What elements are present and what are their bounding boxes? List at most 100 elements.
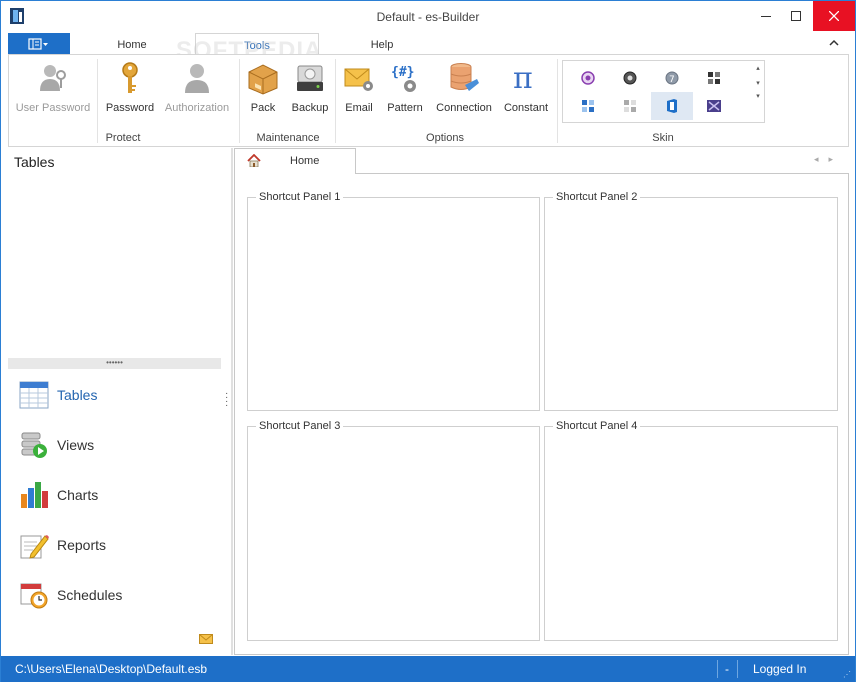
gallery-expand-icon[interactable]: ▾ xyxy=(752,92,764,100)
user-key-icon xyxy=(40,65,66,91)
shortcut-panel-title: Shortcut Panel 4 xyxy=(553,420,641,432)
skin-swatch-purple[interactable] xyxy=(567,64,609,92)
status-separator xyxy=(717,660,718,678)
status-separator xyxy=(737,660,738,678)
application-menu-button[interactable] xyxy=(8,33,70,55)
skin-swatch-grid-dark[interactable] xyxy=(693,64,735,92)
skin-grid-icon xyxy=(582,100,594,112)
user-password-label: User Password xyxy=(15,102,91,114)
group-separator xyxy=(557,59,558,143)
nav-item-charts[interactable]: Charts xyxy=(19,477,219,513)
connection-button[interactable]: Connection xyxy=(433,61,495,114)
close-icon xyxy=(829,11,839,21)
backup-label: Backup xyxy=(291,102,329,114)
resize-grip-icon[interactable]: ⋰ xyxy=(843,670,851,679)
nav-item-reports[interactable]: Reports xyxy=(19,527,219,563)
skin-swatch-dark[interactable] xyxy=(609,64,651,92)
nav-label-schedules: Schedules xyxy=(57,587,123,603)
skin-gallery[interactable]: 7 ▴ ▾ ▾ xyxy=(562,60,765,123)
status-field: - xyxy=(725,662,729,676)
email-label: Email xyxy=(345,102,373,114)
pane-splitter[interactable]: •••••• xyxy=(8,358,221,369)
group-label-skin: Skin xyxy=(652,132,674,144)
app-window: Default - es-Builder Home Tools Help SOF… xyxy=(0,0,856,682)
collapse-ribbon-button[interactable] xyxy=(829,37,839,49)
skin-swatch-office[interactable] xyxy=(651,92,693,120)
tab-scroll-buttons[interactable]: ◂▸ xyxy=(814,154,843,165)
box-icon xyxy=(248,64,278,95)
nav-label-reports: Reports xyxy=(57,537,107,553)
navigation-pane: Tables •••••• Tables Views Charts Report… xyxy=(8,148,228,655)
tab-help[interactable]: Help xyxy=(357,33,407,55)
svg-text:7: 7 xyxy=(669,75,675,85)
scroll-down-icon[interactable]: ▾ xyxy=(752,79,764,87)
nav-item-views[interactable]: Views xyxy=(19,427,219,463)
group-separator xyxy=(335,59,336,143)
nav-item-schedules[interactable]: Schedules xyxy=(19,577,219,613)
close-button[interactable] xyxy=(813,1,855,31)
backup-button[interactable]: Backup xyxy=(287,61,333,114)
maximize-icon xyxy=(791,11,801,21)
office-logo-icon xyxy=(667,99,677,113)
key-icon xyxy=(122,62,138,93)
table-icon xyxy=(19,381,49,409)
skin-swatch-blue-grid[interactable] xyxy=(567,92,609,120)
group-label-options: Options xyxy=(426,132,464,144)
report-pencil-icon xyxy=(20,535,49,559)
authorization-button[interactable]: Authorization xyxy=(161,61,233,114)
pattern-button[interactable]: {#} Pattern xyxy=(383,61,427,114)
shortcut-panel-title: Shortcut Panel 2 xyxy=(553,191,641,203)
skin-gallery-scroll[interactable]: ▴ ▾ ▾ xyxy=(752,61,764,122)
skin-grid-icon xyxy=(708,72,720,84)
home-icon xyxy=(247,154,261,167)
minimize-button[interactable] xyxy=(751,1,781,31)
nav-label-tables: Tables xyxy=(57,387,98,403)
chevron-up-icon xyxy=(829,39,839,46)
user-icon xyxy=(185,64,209,93)
nav-overflow-icon[interactable]: · · · · xyxy=(225,389,228,411)
password-button[interactable]: Password xyxy=(101,61,159,114)
skin-swatch-gray-grid[interactable] xyxy=(609,92,651,120)
document-area: Home ◂▸ Shortcut Panel 1 Shortcut Panel … xyxy=(234,148,849,655)
shortcut-panel-title: Shortcut Panel 3 xyxy=(256,420,344,432)
shortcut-panels-container: Shortcut Panel 1 Shortcut Panel 2 Shortc… xyxy=(234,173,849,655)
skin-circle-icon: 7 xyxy=(665,71,679,85)
skin-swatch-vs[interactable] xyxy=(693,92,735,120)
email-gear-icon xyxy=(344,68,373,91)
skin-swatch-seven[interactable]: 7 xyxy=(651,64,693,92)
chevron-left-icon[interactable]: ◂ xyxy=(814,154,829,164)
email-button[interactable]: Email xyxy=(339,61,379,114)
user-password-button[interactable]: User Password xyxy=(15,61,91,114)
group-separator xyxy=(239,59,240,143)
svg-text:π: π xyxy=(513,61,533,95)
mail-icon[interactable] xyxy=(199,634,213,644)
shortcut-panel-3[interactable]: Shortcut Panel 3 xyxy=(247,420,540,641)
maximize-button[interactable] xyxy=(781,1,811,31)
constant-label: Constant xyxy=(503,102,549,114)
skin-grid-icon xyxy=(624,100,636,112)
title-bar: Default - es-Builder xyxy=(1,1,855,31)
svg-text:{#}: {#} xyxy=(391,65,414,80)
scroll-up-icon[interactable]: ▴ xyxy=(752,64,764,72)
pattern-gear-icon: {#} xyxy=(391,65,416,92)
shortcut-panel-4[interactable]: Shortcut Panel 4 xyxy=(544,420,838,641)
pattern-label: Pattern xyxy=(387,102,423,114)
document-tab-home[interactable]: Home xyxy=(234,148,356,174)
status-login: Logged In xyxy=(753,662,807,676)
app-menu-icon xyxy=(28,38,48,50)
chevron-right-icon[interactable]: ▸ xyxy=(828,154,843,164)
nav-label-views: Views xyxy=(57,437,95,453)
shortcut-panel-1[interactable]: Shortcut Panel 1 xyxy=(247,191,540,411)
constant-button[interactable]: π Constant xyxy=(499,61,553,114)
pack-button[interactable]: Pack xyxy=(243,61,283,114)
nav-label-charts: Charts xyxy=(57,487,99,503)
pi-icon: π xyxy=(513,61,533,96)
nav-item-tables[interactable]: Tables xyxy=(19,377,219,413)
status-bar: C:\Users\Elena\Desktop\Default.esb - Log… xyxy=(1,656,855,682)
pane-divider[interactable] xyxy=(231,148,233,655)
password-label: Password xyxy=(105,102,155,114)
minimize-icon xyxy=(761,16,771,17)
shortcut-panel-2[interactable]: Shortcut Panel 2 xyxy=(544,191,838,411)
views-play-icon xyxy=(21,432,47,458)
tab-home[interactable]: Home xyxy=(103,33,161,55)
